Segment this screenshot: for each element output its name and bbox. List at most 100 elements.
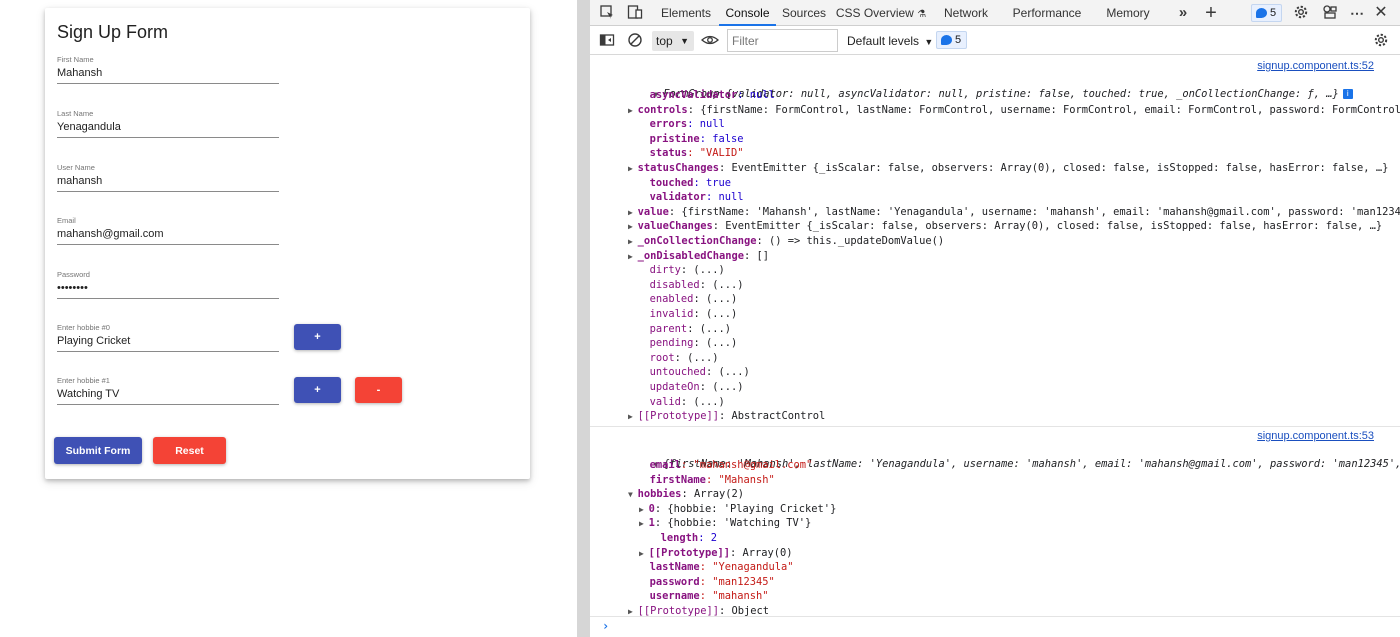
console-property-row: firstName: "Mahansh" — [640, 473, 775, 487]
email-input[interactable] — [57, 225, 279, 245]
property-value: : {firstName: FormControl, lastName: For… — [687, 103, 1400, 116]
console-messages-badge[interactable]: 5 — [936, 31, 967, 49]
log-entry-header[interactable]: ▼ {firstName: 'Mahansh', lastName: 'Yena… — [616, 443, 1400, 470]
expand-triangle-icon: ▶ — [628, 412, 638, 422]
property-key: firstName — [649, 473, 706, 486]
log-entry-header[interactable]: ▼ FormGroup {validator: null, asyncValid… — [616, 73, 1353, 100]
password-input[interactable] — [57, 279, 279, 299]
expand-triangle-icon: ▶ — [628, 105, 638, 115]
devtools-panel: Elements Console Sources CSS Overview ⚗ … — [590, 0, 1400, 637]
console-property-row[interactable]: ▶ 0: {hobbie: 'Playing Cricket'} — [639, 502, 836, 516]
console-property-row[interactable]: ▶ 1: {hobbie: 'Watching TV'} — [639, 516, 811, 530]
console-property-row[interactable]: ▶ [[Prototype]]: AbstractControl — [628, 409, 825, 423]
console-settings-icon[interactable] — [1372, 32, 1390, 50]
property-key: _onCollectionChange — [637, 235, 757, 247]
property-key: lastName — [649, 561, 700, 574]
device-toolbar-icon[interactable] — [626, 4, 644, 22]
console-property-row[interactable]: ▶ statusChanges: EventEmitter {_isScalar… — [628, 161, 1388, 175]
last-name-input[interactable] — [57, 118, 279, 138]
property-key: parent — [649, 322, 688, 335]
console-property-row: updateOn: (...) — [640, 380, 744, 394]
source-link[interactable]: signup.component.ts:53 — [1257, 429, 1374, 443]
tab-sources[interactable]: Sources — [779, 0, 829, 26]
tab-console[interactable]: Console — [719, 0, 776, 26]
property-value: : "man12345" — [699, 575, 775, 588]
form-title: Sign Up Form — [57, 22, 169, 42]
console-property-row[interactable]: ▶ _onCollectionChange: () => this._updat… — [628, 234, 944, 248]
settings-icon[interactable] — [1292, 4, 1310, 22]
property-value: : (...) — [680, 395, 725, 408]
hobbie-0-input[interactable] — [57, 332, 279, 352]
console-property-row[interactable]: ▶ _onDisabledChange: [] — [628, 249, 769, 263]
expand-triangle-icon: ▶ — [639, 519, 649, 529]
console-property-row: parent: (...) — [640, 322, 731, 336]
source-link[interactable]: signup.component.ts:52 — [1257, 59, 1374, 73]
close-icon[interactable]: ✕ — [1372, 4, 1390, 22]
message-icon — [1256, 8, 1267, 18]
email-label: Email — [57, 216, 76, 225]
log-levels-dropdown[interactable]: Default levels ▼ — [847, 31, 933, 51]
console-property-row[interactable]: ▼ hobbies: Array(2) — [628, 487, 744, 501]
property-value: : true — [693, 176, 731, 189]
property-value: : "VALID" — [687, 147, 744, 160]
submit-button[interactable]: Submit Form — [54, 437, 142, 464]
hobbie-0-label: Enter hobbie #0 — [57, 323, 110, 332]
console-property-row[interactable]: ▶ controls: {firstName: FormControl, las… — [628, 103, 1400, 117]
console-property-row: status: "VALID" — [640, 146, 744, 160]
console-property-row: email: "mahansh@gmail.com" — [640, 458, 813, 472]
property-value: : 2 — [698, 532, 717, 544]
property-key: [[Prototype]] — [637, 410, 719, 423]
console-prompt-icon[interactable]: › — [602, 619, 609, 633]
property-key: email — [649, 459, 681, 471]
expand-triangle-icon: ▶ — [628, 237, 638, 246]
first-name-input[interactable] — [57, 64, 279, 84]
username-input[interactable] — [57, 172, 279, 192]
app-viewport: Sign Up Form First Name Last Name User N… — [0, 0, 577, 637]
caret-down-icon: ▼ — [680, 36, 689, 46]
remove-hobbie-button[interactable]: - — [355, 377, 402, 403]
property-value: : (...) — [674, 351, 719, 364]
tab-network[interactable]: Network — [937, 0, 995, 26]
inspect-icon[interactable] — [598, 4, 616, 22]
more-tabs-icon[interactable]: » — [1174, 4, 1192, 22]
tab-elements[interactable]: Elements — [656, 0, 716, 26]
tab-css-overview-label: CSS Overview — [835, 6, 914, 20]
eye-icon[interactable] — [701, 32, 719, 50]
console-property-row[interactable]: ▶ [[Prototype]]: Array(0) — [639, 546, 793, 560]
add-tab-icon[interactable]: + — [1202, 3, 1220, 23]
console-property-row: pending: (...) — [640, 336, 738, 350]
property-key: hobbies — [637, 488, 682, 501]
reset-button[interactable]: Reset — [153, 437, 226, 464]
property-key: root — [649, 351, 675, 364]
tab-css-overview[interactable]: CSS Overview ⚗ — [835, 0, 927, 26]
filter-input[interactable] — [727, 29, 838, 52]
customize-icon[interactable] — [1321, 4, 1339, 22]
menu-icon[interactable]: ⋯ — [1348, 4, 1366, 22]
tab-memory[interactable]: Memory — [1102, 0, 1154, 26]
property-value: : "mahansh@gmail.com" — [680, 459, 813, 471]
context-select[interactable]: top ▼ — [652, 31, 694, 51]
add-hobbie-button[interactable]: + — [294, 324, 341, 350]
property-value: : (...) — [693, 293, 738, 306]
hobbie-1-label: Enter hobbie #1 — [57, 376, 110, 385]
clear-console-icon[interactable] — [626, 32, 644, 50]
console-property-row[interactable]: ▶ valueChanges: EventEmitter {_isScalar:… — [628, 219, 1382, 233]
property-key: status — [649, 147, 688, 160]
add-hobbie-button[interactable]: + — [294, 377, 341, 403]
devtools-splitter[interactable] — [577, 0, 590, 637]
property-key: pending — [649, 337, 694, 350]
log-levels-label: Default levels — [847, 34, 920, 48]
property-key: asyncValidator — [649, 89, 738, 101]
sidebar-icon[interactable] — [598, 32, 616, 50]
console-property-row[interactable]: ▶ value: {firstName: 'Mahansh', lastName… — [628, 205, 1400, 219]
hobbie-1-input[interactable] — [57, 385, 279, 405]
log-separator — [590, 616, 1400, 617]
tab-performance[interactable]: Performance — [1010, 0, 1084, 26]
issues-badge[interactable]: 5 — [1251, 4, 1282, 22]
console-property-row: invalid: (...) — [640, 307, 738, 321]
